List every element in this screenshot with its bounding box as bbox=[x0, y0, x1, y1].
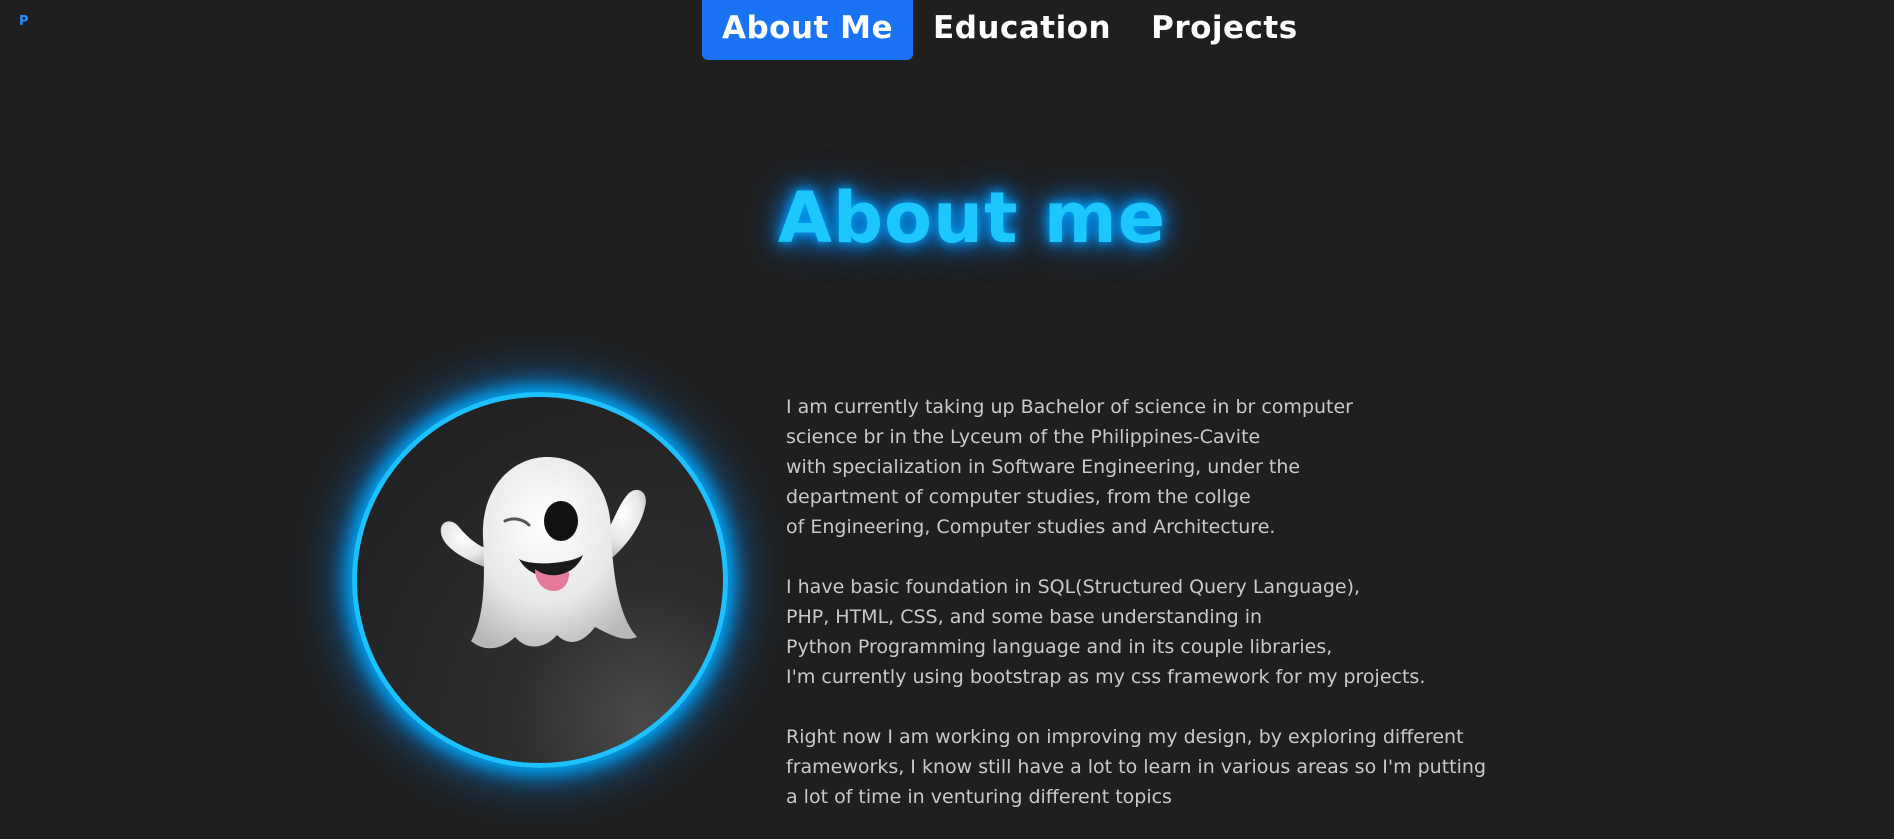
nav-tab-education[interactable]: Education bbox=[913, 0, 1131, 60]
bio-paragraph-education: I am currently taking up Bachelor of sci… bbox=[786, 396, 1353, 538]
avatar bbox=[352, 392, 728, 768]
ghost-icon bbox=[440, 457, 646, 649]
page-title: About me bbox=[777, 176, 1167, 259]
nav-tab-projects[interactable]: Projects bbox=[1131, 0, 1318, 60]
nav-tab-about-me[interactable]: About Me bbox=[702, 0, 914, 60]
bio-text: I am currently taking up Bachelor of sci… bbox=[786, 392, 1486, 839]
bio-paragraph-goals: Right now I am working on improving my d… bbox=[786, 726, 1487, 808]
top-nav: About Me Education Projects bbox=[702, 0, 1318, 60]
bio-paragraph-skills: I have basic foundation in SQL(Structure… bbox=[786, 576, 1426, 688]
page: P About Me Education Projects About me I… bbox=[0, 0, 1894, 839]
brand-logo[interactable]: P bbox=[19, 14, 29, 29]
